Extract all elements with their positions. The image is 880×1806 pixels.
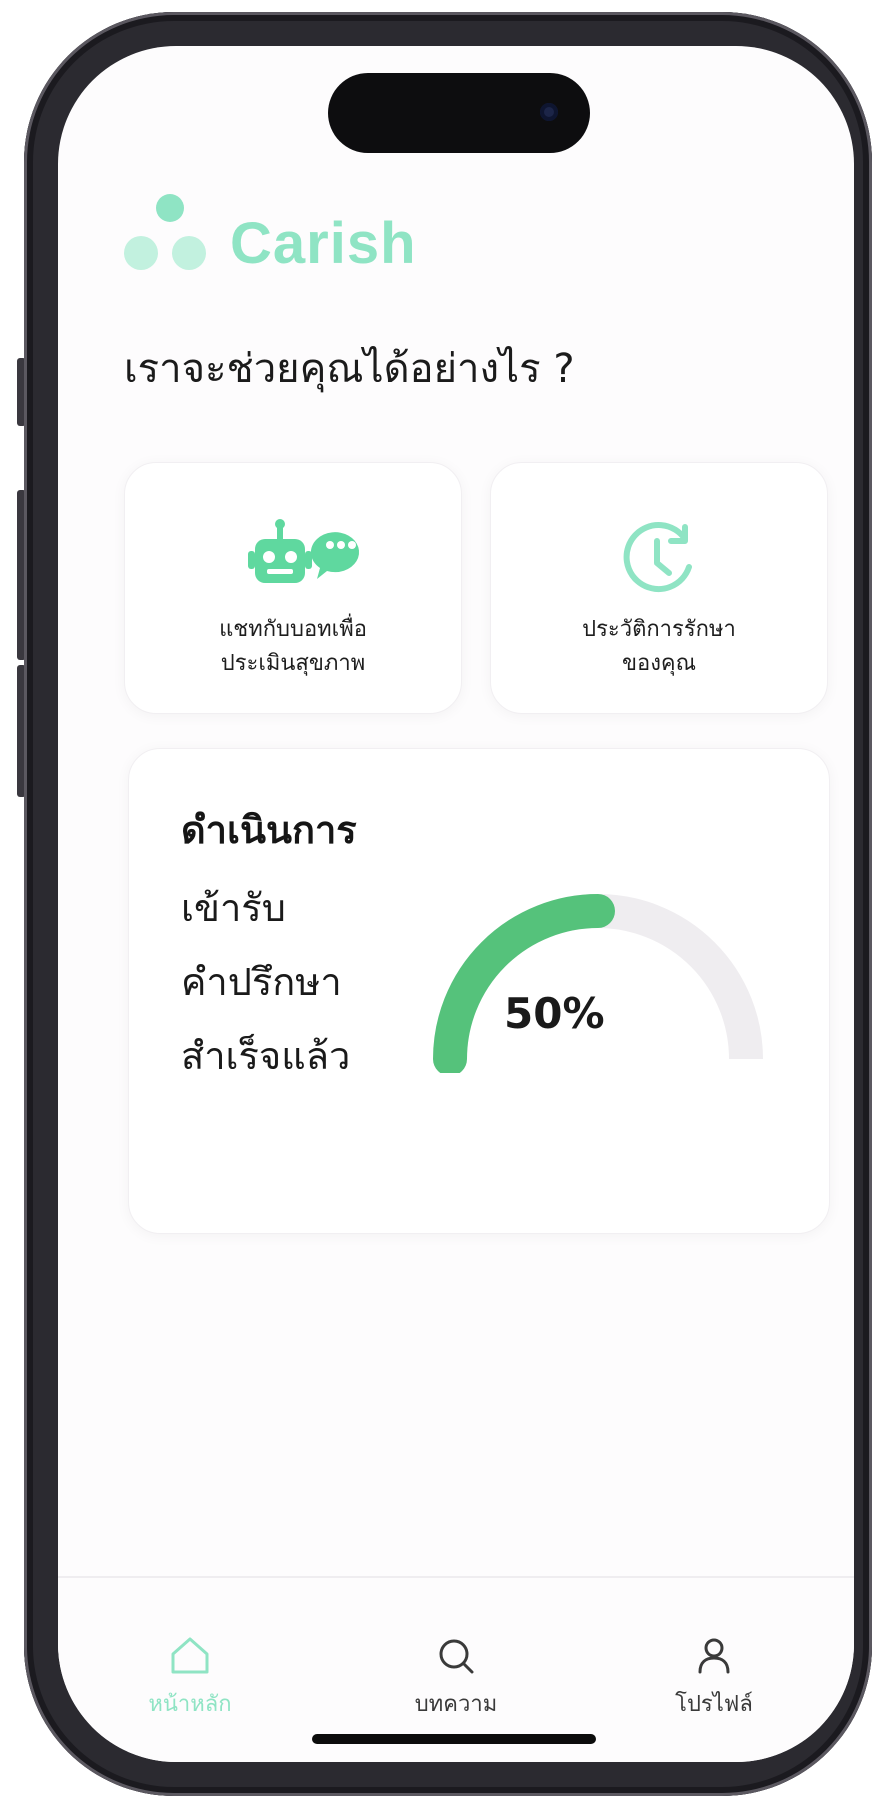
progress-gauge xyxy=(433,894,763,1073)
progress-description: เข้ารับ คำปรึกษา สำเร็จแล้ว xyxy=(181,871,461,1093)
camera-icon xyxy=(540,103,558,121)
robot-chat-icon xyxy=(248,519,360,583)
history-label-line1: ประวัติการรักษา xyxy=(582,617,736,642)
history-clock-icon xyxy=(623,522,692,593)
progress-percent: 50% xyxy=(504,989,605,1038)
page-headline: เราจะช่วยคุณได้อย่างไร ? xyxy=(124,346,575,392)
device-stage: Carish เราจะช่วยคุณได้อย่างไร ? แชทกับบอ… xyxy=(0,0,880,1806)
tab-articles[interactable]: บทความ xyxy=(366,1634,546,1721)
search-icon xyxy=(439,1639,474,1674)
progress-card: ดำเนินการ เข้ารับ คำปรึกษา สำเร็จแล้ว 50… xyxy=(128,748,830,1234)
home-icon xyxy=(171,1637,209,1674)
tab-home[interactable]: หน้าหลัก xyxy=(100,1634,280,1721)
progress-desc-line2: คำปรึกษา xyxy=(181,960,342,1004)
three-dots-logo-icon xyxy=(124,176,224,286)
brand-name: Carish xyxy=(230,211,417,276)
tab-home-label: หน้าหลัก xyxy=(148,1692,232,1717)
chat-bot-label-line1: แชทกับบอทเพื่อ xyxy=(219,617,367,642)
app-screen: Carish เราจะช่วยคุณได้อย่างไร ? แชทกับบอ… xyxy=(58,46,854,1762)
dynamic-island xyxy=(328,73,590,153)
person-icon xyxy=(698,1638,730,1674)
tab-profile[interactable]: โปรไฟล์ xyxy=(624,1634,804,1721)
progress-title: ดำเนินการ xyxy=(181,808,357,852)
app-logo: Carish xyxy=(124,176,454,286)
treatment-history-card[interactable]: ประวัติการรักษา ของคุณ xyxy=(490,462,828,714)
progress-desc-line1: เข้ารับ xyxy=(181,886,286,930)
progress-desc-line3: สำเร็จแล้ว xyxy=(181,1034,351,1078)
tab-articles-label: บทความ xyxy=(414,1692,498,1717)
home-indicator[interactable] xyxy=(312,1734,596,1744)
chat-bot-label-line2: ประเมินสุขภาพ xyxy=(220,651,366,676)
chat-bot-card[interactable]: แชทกับบอทเพื่อ ประเมินสุขภาพ xyxy=(124,462,462,714)
history-label-line2: ของคุณ xyxy=(621,651,697,676)
tab-profile-label: โปรไฟล์ xyxy=(675,1692,753,1717)
